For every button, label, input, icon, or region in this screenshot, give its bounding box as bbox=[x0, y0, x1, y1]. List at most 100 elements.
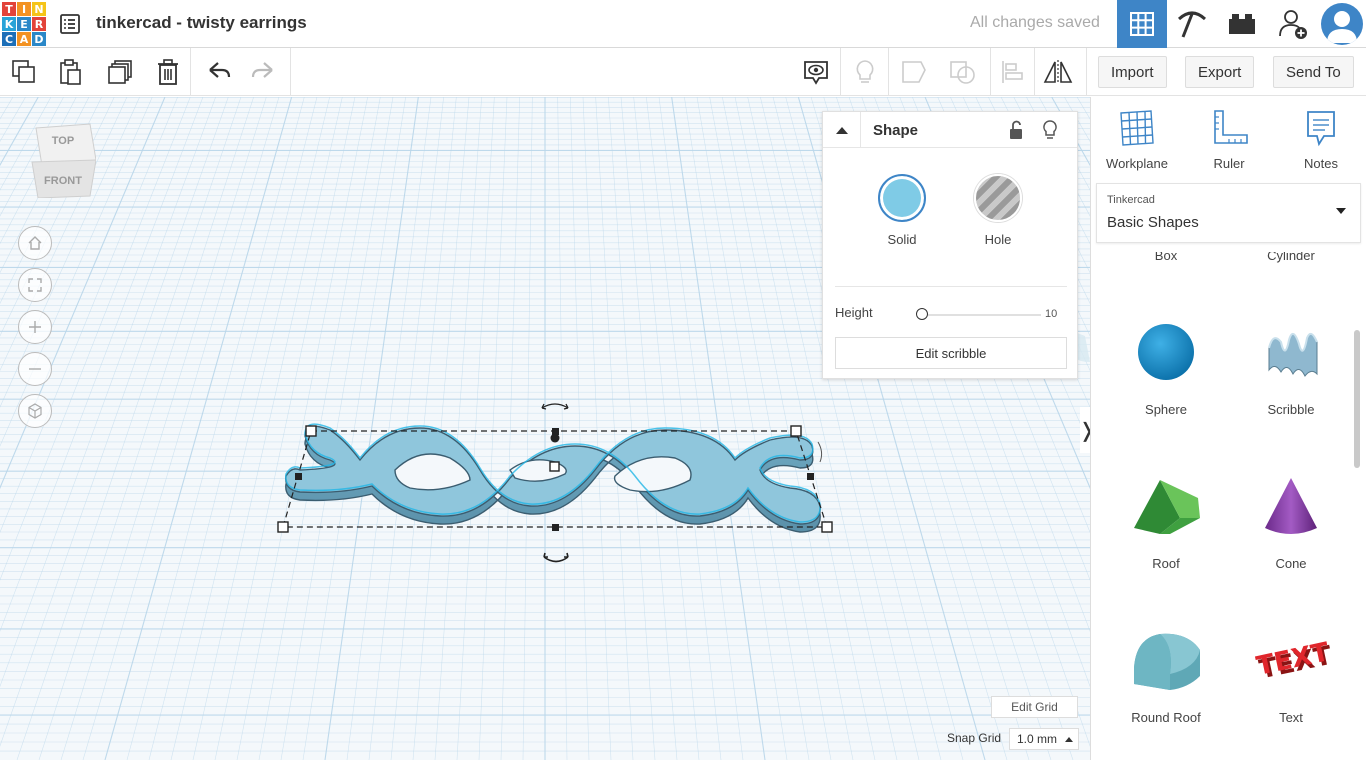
delete-button[interactable] bbox=[150, 54, 186, 90]
ruler-tool[interactable]: Ruler bbox=[1189, 109, 1269, 171]
ungroup-icon bbox=[950, 61, 975, 84]
shape-cone[interactable]: Cone bbox=[1231, 474, 1351, 571]
logo-tile: R bbox=[32, 17, 46, 31]
shape-roof[interactable]: Roof bbox=[1106, 474, 1226, 571]
shape-library-select[interactable]: Tinkercad Basic Shapes bbox=[1096, 183, 1361, 243]
import-button[interactable]: Import bbox=[1098, 56, 1167, 88]
snap-grid-select[interactable]: 1.0 mm bbox=[1009, 728, 1079, 750]
library-source: Tinkercad bbox=[1107, 194, 1155, 206]
shape-label: Cone bbox=[1275, 556, 1307, 571]
minus-icon bbox=[29, 368, 41, 370]
workplane-tool[interactable]: Workplane bbox=[1097, 109, 1177, 171]
scribble-icon bbox=[1268, 332, 1318, 377]
sphere-icon bbox=[1138, 324, 1194, 380]
lock-button[interactable] bbox=[1007, 120, 1025, 145]
user-avatar-button[interactable] bbox=[1318, 0, 1366, 48]
snap-grid-label: Snap Grid bbox=[947, 731, 1002, 745]
mirror-button[interactable] bbox=[1040, 54, 1076, 90]
3d-design-view-button[interactable] bbox=[1117, 0, 1167, 48]
solid-label: Solid bbox=[887, 232, 917, 247]
design-title[interactable]: tinkercad - twisty earrings bbox=[96, 13, 307, 33]
shape-cylinder[interactable]: Cylinder bbox=[1231, 252, 1351, 263]
shape-sphere[interactable]: Sphere bbox=[1106, 320, 1226, 417]
view-cube[interactable]: TOP FRONT bbox=[30, 122, 97, 199]
fit-icon bbox=[28, 278, 42, 292]
bricks-icon bbox=[1229, 14, 1255, 34]
duplicate-icon bbox=[108, 60, 132, 84]
side-handle[interactable] bbox=[552, 524, 559, 531]
resize-handle[interactable] bbox=[821, 521, 833, 533]
shape-label: Roof bbox=[1152, 556, 1180, 571]
roof-icon bbox=[1134, 480, 1200, 534]
shape-label: Sphere bbox=[1145, 402, 1187, 417]
library-name: Basic Shapes bbox=[1107, 214, 1199, 231]
bricks-view-button[interactable] bbox=[1217, 0, 1267, 48]
caret-up-icon bbox=[1065, 737, 1074, 742]
center-handle[interactable] bbox=[549, 461, 560, 472]
design-list-icon[interactable] bbox=[58, 12, 82, 36]
export-button[interactable]: Export bbox=[1185, 56, 1255, 88]
unlock-icon bbox=[1010, 120, 1022, 139]
viewcube-front-label[interactable]: FRONT bbox=[44, 175, 82, 187]
zoom-out-button[interactable] bbox=[18, 352, 52, 386]
home-view-button[interactable] bbox=[18, 226, 52, 260]
side-handle[interactable] bbox=[807, 473, 814, 480]
resize-handle[interactable] bbox=[305, 425, 317, 437]
pickaxe-icon bbox=[1177, 11, 1207, 38]
paste-button[interactable] bbox=[52, 54, 88, 90]
shape-round-roof[interactable]: Round Roof bbox=[1106, 628, 1226, 725]
notes-label: Notes bbox=[1304, 156, 1338, 171]
shape-box[interactable]: Box bbox=[1106, 252, 1226, 263]
shape-text[interactable]: TEXT TEXT Text bbox=[1231, 628, 1351, 725]
invite-user-button[interactable] bbox=[1268, 0, 1318, 48]
hide-shape-button[interactable] bbox=[1041, 119, 1059, 146]
save-status: All changes saved bbox=[970, 14, 1100, 31]
edit-grid-button[interactable]: Edit Grid bbox=[991, 696, 1078, 718]
shape-label: Text bbox=[1279, 710, 1303, 725]
ungroup-button[interactable] bbox=[945, 54, 981, 90]
align-icon bbox=[1002, 61, 1023, 83]
show-notes-button[interactable] bbox=[798, 54, 834, 90]
inspector-title: Shape bbox=[873, 122, 919, 139]
side-handle[interactable] bbox=[295, 473, 302, 480]
notes-tool[interactable]: Notes bbox=[1281, 109, 1361, 171]
hole-swatch[interactable] bbox=[974, 174, 1022, 222]
show-all-button[interactable] bbox=[847, 54, 883, 90]
blocks-view-button[interactable] bbox=[1167, 0, 1217, 48]
ruler-icon bbox=[1214, 110, 1248, 144]
zoom-in-button[interactable] bbox=[18, 310, 52, 344]
rotate-handle[interactable] bbox=[817, 441, 823, 463]
grid-icon bbox=[1130, 12, 1154, 36]
rotate-handle[interactable] bbox=[541, 403, 569, 410]
perspective-button[interactable] bbox=[18, 394, 52, 428]
panel-scrollbar[interactable] bbox=[1354, 330, 1360, 468]
redo-button[interactable] bbox=[246, 54, 282, 90]
viewcube-top-label[interactable]: TOP bbox=[52, 135, 74, 147]
hole-option[interactable]: Hole bbox=[963, 174, 1033, 247]
height-slider-track[interactable] bbox=[921, 314, 1041, 316]
solid-color-swatch[interactable] bbox=[878, 174, 926, 222]
logo-tile: K bbox=[2, 17, 16, 31]
copy-button[interactable] bbox=[6, 54, 42, 90]
logo-tile: D bbox=[32, 32, 46, 46]
shape-label: Box bbox=[1154, 252, 1178, 263]
solid-option[interactable]: Solid bbox=[867, 174, 937, 247]
tinkercad-logo[interactable]: TIN KER CAD bbox=[0, 0, 48, 48]
shape-inspector: Shape Solid Hole Height 10 Edit scribble bbox=[822, 111, 1078, 379]
edit-scribble-button[interactable]: Edit scribble bbox=[835, 337, 1067, 369]
collapse-inspector-button[interactable] bbox=[823, 112, 861, 148]
workplane-icon bbox=[1120, 110, 1154, 146]
group-button[interactable] bbox=[896, 54, 932, 90]
undo-button[interactable] bbox=[200, 54, 236, 90]
align-button[interactable] bbox=[994, 54, 1030, 90]
logo-tile: I bbox=[17, 2, 31, 16]
resize-handle[interactable] bbox=[277, 521, 289, 533]
send-to-button[interactable]: Send To bbox=[1273, 56, 1354, 88]
height-slider-knob[interactable] bbox=[916, 308, 928, 320]
resize-handle[interactable] bbox=[790, 425, 802, 437]
duplicate-button[interactable] bbox=[102, 54, 138, 90]
notes-icon bbox=[1307, 111, 1335, 147]
shape-scribble[interactable]: Scribble bbox=[1231, 320, 1351, 417]
rotate-handle[interactable] bbox=[543, 552, 569, 563]
fit-view-button[interactable] bbox=[18, 268, 52, 302]
